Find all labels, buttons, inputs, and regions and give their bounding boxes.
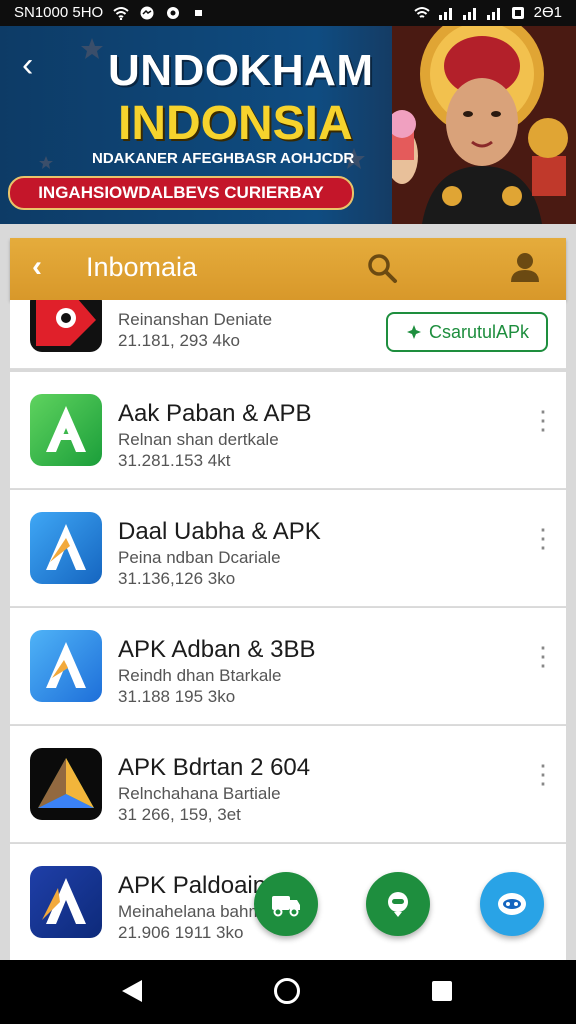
robot-icon [388, 892, 408, 917]
banner-title: UNDOKHAM [108, 46, 374, 95]
signal-icon [438, 7, 452, 20]
list-item-meta: 31 266, 159, 3et [118, 805, 241, 824]
app-bar: ‹ Inbomaia [10, 238, 566, 300]
banner-back-icon[interactable]: ‹ [22, 48, 33, 82]
promo-banner[interactable]: ‹ UNDOKHAM INDONSIA NDAKANER AFEGHBASR A… [0, 26, 576, 224]
back-triangle-icon[interactable] [120, 978, 144, 1004]
messenger-icon [140, 6, 154, 19]
status-left-text: SN1000 5HO [14, 4, 104, 21]
list-item-desc: Relnan shan dertkale [118, 430, 279, 449]
search-icon[interactable] [366, 252, 398, 284]
more-options-icon[interactable]: ⋮ [530, 760, 556, 788]
more-options-icon[interactable]: ⋮ [530, 524, 556, 552]
list-item-name: APK Paldoain [118, 872, 267, 899]
chatbot-fab-button[interactable] [480, 872, 544, 936]
truck-fab-button[interactable] [254, 872, 318, 936]
back-chevron-icon[interactable]: ‹ [32, 250, 42, 284]
wifi-icon [413, 6, 430, 18]
list-item-meta: 21.181, 293 4ko [118, 331, 240, 350]
list-item-name: Aak Paban & APB [118, 400, 312, 427]
list-item-desc: Reinanshan Deniate [118, 310, 273, 329]
list-item-name: APK Bdrtan 2 604 [118, 754, 311, 781]
green-a-app-icon [30, 394, 102, 466]
robot-icon [498, 893, 526, 915]
assistant-fab-button[interactable] [366, 872, 430, 936]
home-circle-icon[interactable] [274, 978, 300, 1004]
red-app-icon [30, 300, 102, 352]
system-nav-bar [0, 960, 576, 1024]
list-item-name: APK Adban & 3BB [118, 636, 316, 663]
triangle-app-icon [30, 748, 102, 820]
wifi-icon [113, 6, 129, 20]
list-item[interactable]: APK Adban & 3BB Reindh dhan Btarkale 31.… [10, 608, 566, 725]
list-item-meta: 31.281.153 4kt [118, 451, 231, 470]
list-item-desc: Peina ndban Dcariale [118, 548, 281, 567]
recents-square-icon[interactable] [432, 981, 452, 1001]
banner-tagline: NDAKANER AFEGHBASR AOHJCDR [92, 150, 355, 167]
battery-icon [511, 6, 524, 19]
list-item-desc: Reindh dhan Btarkale [118, 666, 282, 685]
app-list: Reinanshan Deniate 21.181, 293 4ko Csaru… [10, 300, 566, 960]
sync-icon [167, 6, 180, 19]
truck-icon [272, 896, 300, 917]
blue-a-app-icon [30, 866, 102, 938]
blue-a-app-icon [30, 630, 102, 702]
list-item[interactable]: APK Bdrtan 2 604 Relnchahana Bartiale 31… [10, 726, 566, 843]
list-item[interactable]: Daal Uabha & APK Peina ndban Dcariale 31… [10, 490, 566, 607]
list-item-name: Daal Uabha & APK [118, 518, 321, 545]
more-options-icon[interactable]: ⋮ [530, 406, 556, 434]
list-item[interactable]: Reinanshan Deniate 21.181, 293 4ko Csaru… [10, 300, 566, 369]
list-item-meta: 31.136,126 3ko [118, 569, 236, 588]
user-icon[interactable] [508, 250, 542, 284]
status-right: 2Ɵ1 [413, 4, 562, 21]
signal-icon [486, 7, 500, 20]
download-apk-label: CsarutulAPk [428, 321, 530, 342]
dot-icon [195, 9, 203, 16]
download-icon [406, 325, 421, 339]
banner-ribbon: INGAHSIOWDALBEVS CURIERBAY [8, 176, 354, 210]
list-item-meta: 31.188 195 3ko [118, 687, 236, 706]
status-left: SN1000 5HO [14, 4, 207, 21]
list-item[interactable]: Aak Paban & APB Relnan shan dertkale 31.… [10, 372, 566, 489]
app-bar-title: Inbomaia [86, 252, 198, 282]
more-options-icon[interactable]: ⋮ [530, 642, 556, 670]
download-apk-button[interactable]: CsarutulAPk [386, 312, 548, 352]
list-item-desc: Relnchahana Bartiale [118, 784, 281, 803]
blue-a-app-icon [30, 512, 102, 584]
banner-person-illustration [392, 26, 576, 224]
banner-subtitle: INDONSIA [118, 97, 353, 150]
signal-icon [462, 7, 476, 20]
list-item-meta: 21.906 1911 3ko [118, 923, 244, 942]
status-time: 2Ɵ1 [533, 4, 562, 21]
status-bar: SN1000 5HO 2Ɵ1 [0, 0, 576, 26]
list-item-desc: Meinahelana bahm [118, 902, 263, 921]
